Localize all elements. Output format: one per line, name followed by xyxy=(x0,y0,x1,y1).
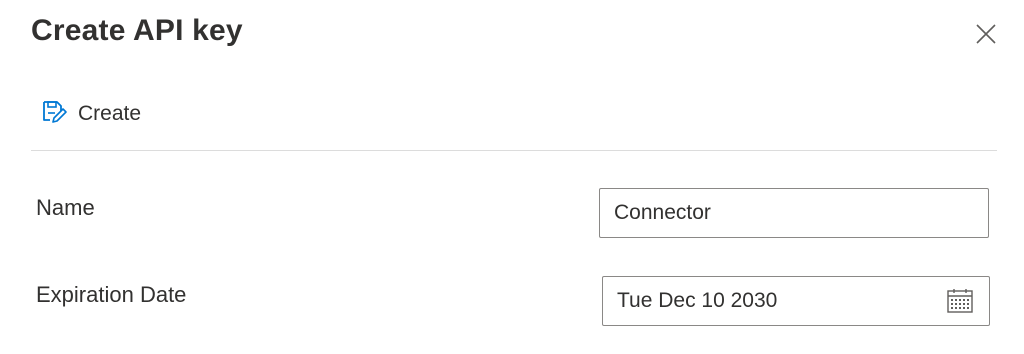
close-icon xyxy=(975,23,997,50)
name-label: Name xyxy=(36,195,95,220)
expiration-date-label: Expiration Date xyxy=(36,282,187,307)
close-button[interactable] xyxy=(968,18,1004,54)
create-button-label: Create xyxy=(78,102,142,125)
expiration-date-picker[interactable]: Tue Dec 10 2030 xyxy=(602,276,990,326)
expiration-date-value: Tue Dec 10 2030 xyxy=(617,289,778,312)
dialog-title: Create API key xyxy=(31,14,243,47)
calendar-icon[interactable] xyxy=(945,286,975,316)
save-edit-icon xyxy=(40,99,68,130)
toolbar-divider xyxy=(31,150,997,151)
name-input[interactable] xyxy=(599,188,989,238)
create-button[interactable]: Create xyxy=(40,96,141,132)
